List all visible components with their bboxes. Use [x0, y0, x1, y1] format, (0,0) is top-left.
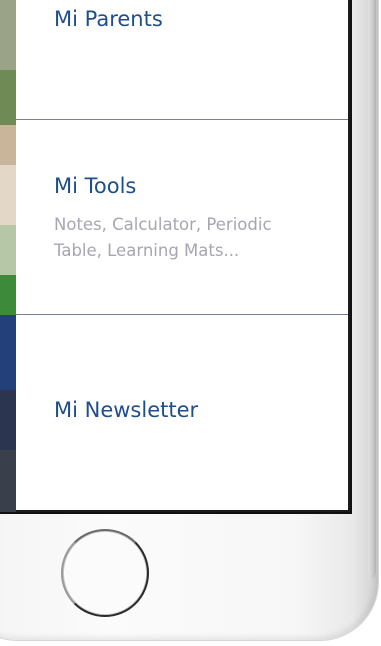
phone-edge: [368, 0, 376, 580]
menu-item-parents-label: Mi Parents: [54, 7, 163, 31]
menu-item-newsletter[interactable]: Mi Newsletter: [16, 315, 348, 510]
screen: Mi Parents Mi Tools Notes, Calculator, P…: [0, 0, 352, 514]
menu-item-tools-description: Notes, Calculator, Periodic Table, Learn…: [54, 215, 272, 260]
device-frame: Mi Parents Mi Tools Notes, Calculator, P…: [0, 0, 381, 646]
home-button-ring: [61, 529, 149, 617]
menu-item-parents[interactable]: Mi Parents: [16, 0, 348, 120]
background-photo: [0, 0, 16, 512]
menu-item-tools[interactable]: Mi Tools Notes, Calculator, Periodic Tab…: [16, 120, 348, 315]
menu-item-newsletter-label: Mi Newsletter: [54, 398, 199, 422]
menu-item-tools-label: Mi Tools: [54, 174, 137, 198]
side-menu: Mi Parents Mi Tools Notes, Calculator, P…: [16, 0, 348, 510]
home-button-icon[interactable]: [61, 529, 149, 617]
